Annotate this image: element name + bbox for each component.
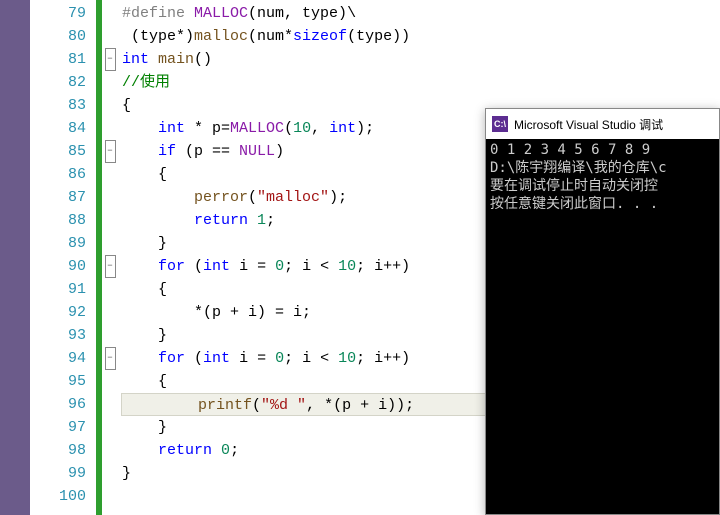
line-number: 80	[30, 25, 96, 48]
line-number: 99	[30, 462, 96, 485]
line-number: 83	[30, 94, 96, 117]
fold-cell[interactable]: −	[102, 347, 118, 370]
line-number: 98	[30, 439, 96, 462]
line-number: 79	[30, 2, 96, 25]
fold-cell[interactable]	[102, 25, 118, 48]
code-line[interactable]: (type*)malloc(num*sizeof(type))	[118, 25, 720, 48]
fold-cell[interactable]: −	[102, 255, 118, 278]
fold-toggle-icon[interactable]: −	[105, 255, 116, 278]
fold-cell[interactable]	[102, 209, 118, 232]
console-title-bar[interactable]: C:\ Microsoft Visual Studio 调试	[486, 109, 719, 139]
fold-cell[interactable]	[102, 163, 118, 186]
fold-cell[interactable]	[102, 94, 118, 117]
code-line[interactable]: //使用	[118, 71, 720, 94]
line-number: 94	[30, 347, 96, 370]
line-number: 88	[30, 209, 96, 232]
fold-cell[interactable]	[102, 232, 118, 255]
fold-cell[interactable]	[102, 370, 118, 393]
line-number: 97	[30, 416, 96, 439]
console-title-text: Microsoft Visual Studio 调试	[514, 116, 663, 133]
code-line[interactable]: #define MALLOC(num, type)\	[118, 2, 720, 25]
vs-icon: C:\	[492, 116, 508, 132]
fold-cell[interactable]	[102, 462, 118, 485]
fold-cell[interactable]	[102, 2, 118, 25]
line-number: 85	[30, 140, 96, 163]
line-number-gutter: 7980818283848586878889909192939495969798…	[30, 0, 96, 515]
fold-toggle-icon[interactable]: −	[105, 48, 116, 71]
fold-cell[interactable]	[102, 439, 118, 462]
fold-cell[interactable]	[102, 416, 118, 439]
line-number: 84	[30, 117, 96, 140]
line-number: 87	[30, 186, 96, 209]
line-number: 92	[30, 301, 96, 324]
line-number: 90	[30, 255, 96, 278]
line-number: 89	[30, 232, 96, 255]
fold-cell[interactable]: −	[102, 140, 118, 163]
line-number: 96	[30, 393, 96, 416]
fold-toggle-icon[interactable]: −	[105, 140, 116, 163]
line-number: 86	[30, 163, 96, 186]
fold-cell[interactable]	[102, 393, 118, 416]
fold-cell[interactable]	[102, 71, 118, 94]
line-number: 93	[30, 324, 96, 347]
line-number: 81	[30, 48, 96, 71]
console-output[interactable]: 0 1 2 3 4 5 6 7 8 9 D:\陈宇翔编译\我的仓库\c 要在调试…	[486, 139, 719, 514]
line-number: 100	[30, 485, 96, 508]
debug-console-window[interactable]: C:\ Microsoft Visual Studio 调试 0 1 2 3 4…	[485, 108, 720, 515]
fold-column[interactable]: − − − −	[102, 0, 118, 515]
fold-cell[interactable]	[102, 117, 118, 140]
line-number: 91	[30, 278, 96, 301]
fold-toggle-icon[interactable]: −	[105, 347, 116, 370]
fold-cell[interactable]	[102, 186, 118, 209]
code-line[interactable]: int main()	[118, 48, 720, 71]
fold-cell[interactable]	[102, 324, 118, 347]
fold-cell[interactable]: −	[102, 48, 118, 71]
fold-cell[interactable]	[102, 278, 118, 301]
line-number: 95	[30, 370, 96, 393]
fold-cell[interactable]	[102, 485, 118, 508]
fold-cell[interactable]	[102, 301, 118, 324]
line-number: 82	[30, 71, 96, 94]
